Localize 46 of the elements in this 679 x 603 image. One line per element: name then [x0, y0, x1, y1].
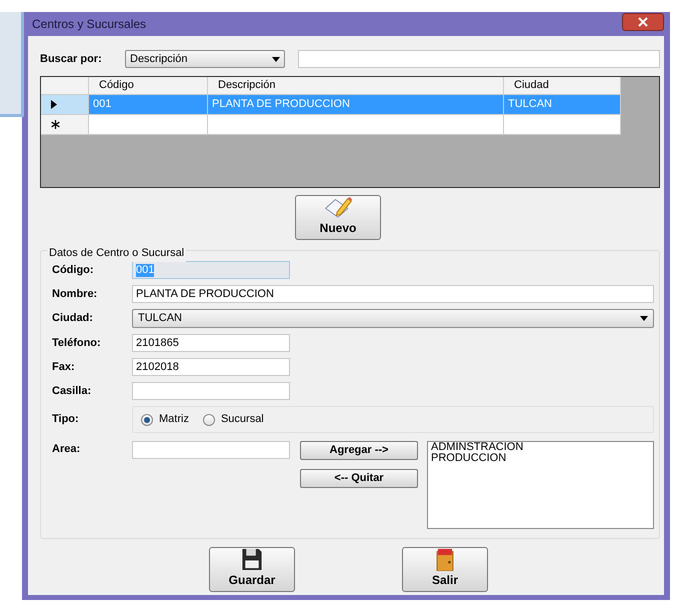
add-button[interactable]: Agregar -->	[300, 441, 418, 460]
group-title: Datos de Centro o Sucursal	[47, 245, 186, 262]
radio-option[interactable]: Sucursal	[202, 411, 264, 428]
field-label: Area:	[52, 442, 82, 457]
table-cell: TULCAN	[504, 95, 621, 115]
asterisk-icon	[51, 120, 60, 129]
dropdown-arrow-icon	[272, 56, 280, 62]
fax-field[interactable]: 2102018	[132, 358, 290, 376]
window-title: Centros y Sucursales	[32, 16, 146, 33]
radio-option[interactable]: Matriz	[141, 411, 189, 428]
close-button[interactable]	[622, 13, 664, 31]
radio-button[interactable]	[202, 414, 215, 426]
column-header[interactable]: Descripción	[208, 77, 504, 95]
column-header[interactable]: Ciudad	[504, 77, 621, 95]
current-row-icon	[51, 100, 57, 109]
phone-field[interactable]: 2101865	[132, 334, 290, 352]
search-by-dropdown[interactable]: Descripción	[125, 50, 285, 68]
remove-button[interactable]: <-- Quitar	[300, 469, 418, 488]
exit-button[interactable]: Salir	[402, 547, 488, 592]
row-header[interactable]	[41, 115, 89, 135]
row-header[interactable]	[41, 95, 89, 115]
column-header[interactable]: Código	[89, 77, 208, 95]
list-item[interactable]: PRODUCCION	[431, 453, 650, 464]
po-box-field[interactable]	[132, 382, 290, 400]
save-button[interactable]: Guardar	[209, 547, 295, 592]
search-field[interactable]	[298, 50, 660, 68]
field-label: Ciudad:	[52, 311, 94, 326]
city-dropdown[interactable]: TULCAN	[132, 309, 654, 328]
field-label: Teléfono:	[52, 336, 102, 351]
table-cell: 001	[89, 95, 208, 115]
list-item[interactable]: ADMINSTRACION	[431, 442, 650, 453]
search-label: Buscar por:	[40, 52, 103, 67]
table-cell: PLANTA DE PRODUCCION	[208, 95, 504, 115]
new-button[interactable]: Nuevo	[295, 195, 381, 240]
exit-door-icon	[434, 548, 456, 571]
area-field[interactable]	[132, 441, 290, 459]
field-label: Fax:	[52, 360, 76, 375]
dropdown-arrow-icon	[640, 316, 648, 321]
grid-corner	[41, 77, 89, 95]
field-label: Tipo:	[52, 412, 80, 428]
radio-button[interactable]	[141, 414, 153, 426]
field-label: Nombre:	[52, 286, 98, 302]
field-label: Código:	[52, 262, 95, 278]
name-field[interactable]: PLANTA DE PRODUCCION	[132, 285, 654, 303]
field-label: Casilla:	[52, 384, 92, 399]
close-icon	[638, 17, 648, 27]
